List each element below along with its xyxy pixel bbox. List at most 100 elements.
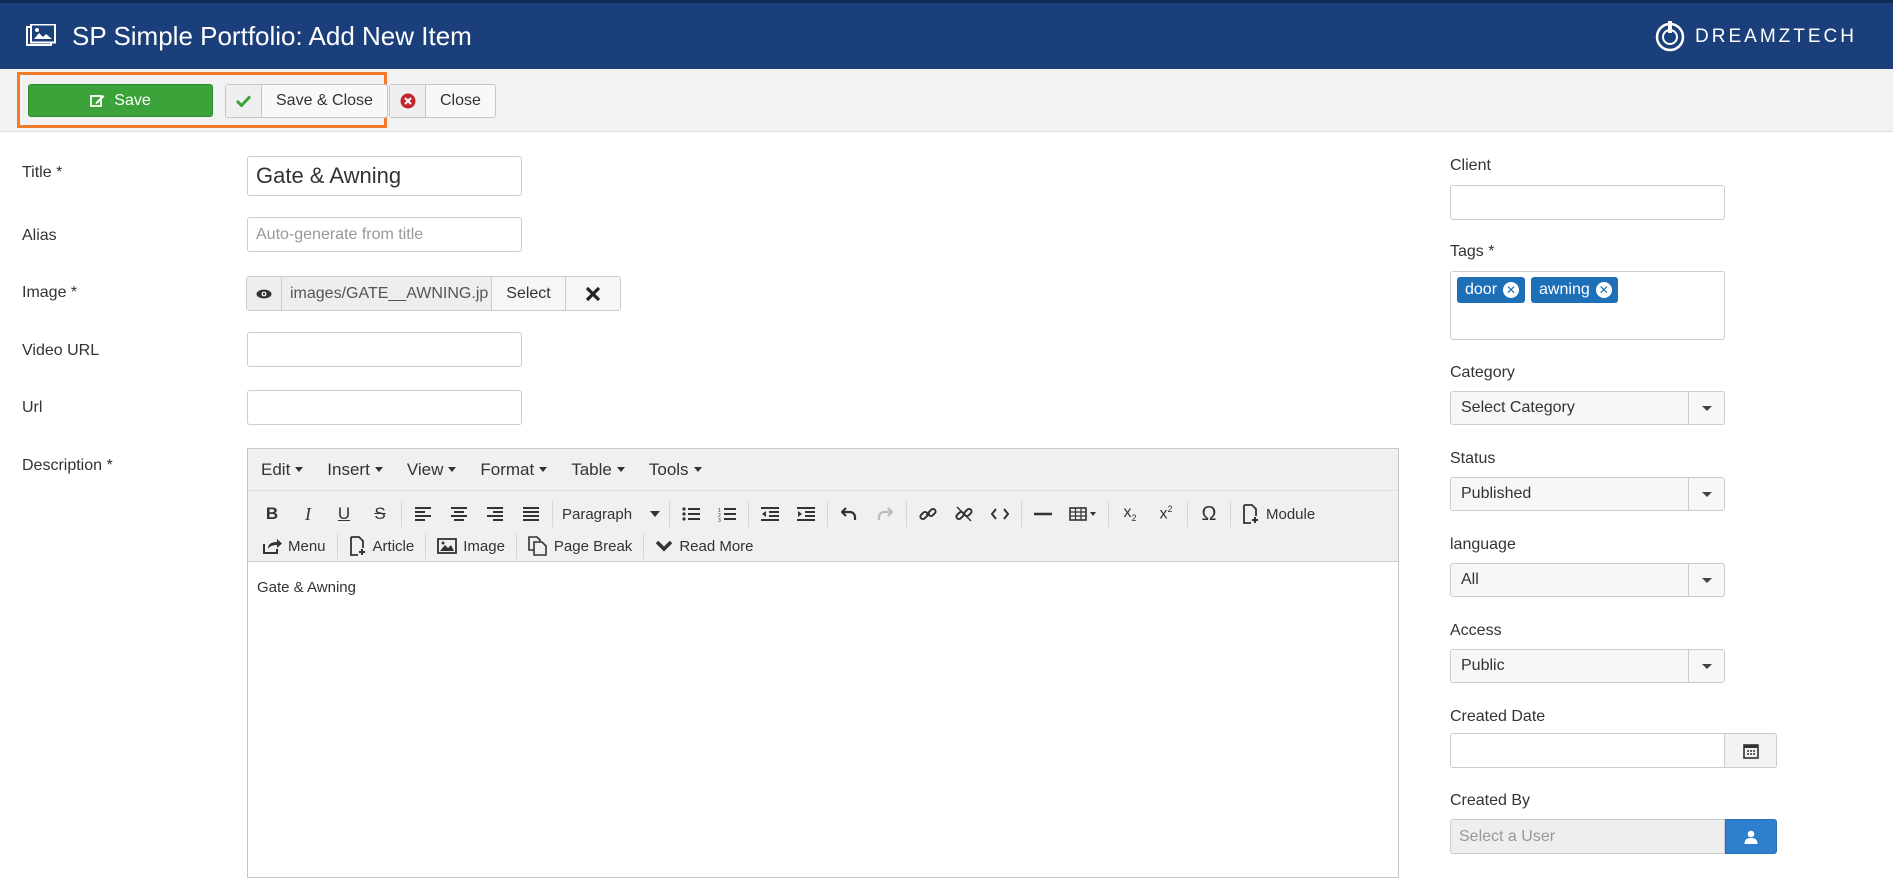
image-select-button[interactable]: Select [492, 277, 566, 310]
align-center-icon[interactable] [445, 500, 473, 528]
save-and-close-button[interactable]: Save & Close [225, 84, 388, 118]
status-label: Status [1450, 450, 1496, 467]
picture-icon [437, 538, 458, 554]
align-justify-icon[interactable] [517, 500, 545, 528]
alias-label: Alias [22, 227, 57, 244]
link-icon[interactable] [914, 500, 942, 528]
calendar-icon[interactable] [1725, 733, 1777, 768]
video-url-label: Video URL [22, 342, 100, 359]
align-left-icon[interactable] [409, 500, 437, 528]
page-title: SP Simple Portfolio: Add New Item [72, 21, 472, 51]
special-character-icon[interactable]: Ω [1195, 500, 1223, 528]
bullet-list-icon[interactable] [677, 500, 705, 528]
title-label: Title * [22, 164, 63, 181]
client-label: Client [1450, 157, 1491, 174]
file-add-icon [1243, 504, 1258, 524]
numbered-list-icon[interactable]: 123 [713, 500, 741, 528]
language-select[interactable]: All [1450, 563, 1725, 597]
menu-tools[interactable]: Tools [649, 460, 702, 480]
client-input[interactable] [1450, 185, 1725, 220]
created-by-input[interactable]: Select a User [1450, 819, 1725, 854]
created-by-label: Created By [1450, 792, 1531, 809]
edit-icon [90, 95, 105, 107]
language-label: language [1450, 536, 1516, 553]
alias-input[interactable]: Auto-generate from title [247, 217, 522, 252]
status-select[interactable]: Published [1450, 477, 1725, 511]
format-select[interactable]: Paragraph [556, 506, 666, 523]
align-right-icon[interactable] [481, 500, 509, 528]
copy-icon [528, 536, 547, 556]
image-path-input[interactable]: images/GATE__AWNING.jp [282, 277, 492, 310]
user-icon[interactable] [1725, 819, 1777, 854]
chevron-down-icon [1688, 564, 1724, 596]
menu-edit[interactable]: Edit [261, 460, 304, 480]
undo-icon[interactable] [835, 500, 863, 528]
description-label: Description * [22, 457, 113, 474]
tags-input[interactable]: door ✕ awning ✕ [1450, 271, 1725, 340]
description-editor: Edit Insert View Format Table Tools B I … [247, 448, 1399, 878]
created-date-field [1450, 733, 1777, 768]
menu-insert[interactable]: Insert [327, 460, 383, 480]
category-select[interactable]: Select Category [1450, 391, 1725, 425]
file-add-icon [349, 536, 365, 556]
italic-icon[interactable]: I [294, 500, 322, 528]
image-field: images/GATE__AWNING.jp Select [246, 276, 621, 311]
svg-text:3: 3 [718, 518, 721, 522]
outdent-icon[interactable] [756, 500, 784, 528]
close-button[interactable]: Close [389, 84, 496, 118]
superscript-icon[interactable]: x2 [1152, 500, 1180, 528]
remove-tag-icon[interactable]: ✕ [1595, 282, 1612, 298]
image-button[interactable]: Image [433, 532, 509, 560]
created-by-field: Select a User [1450, 819, 1777, 854]
image-icon [26, 24, 56, 46]
tags-label: Tags * [1450, 243, 1495, 260]
image-label: Image * [22, 284, 78, 301]
category-label: Category [1450, 364, 1515, 381]
eye-icon[interactable] [247, 277, 282, 310]
code-icon[interactable] [986, 500, 1014, 528]
strikethrough-icon[interactable]: S [366, 500, 394, 528]
chevron-down-icon [656, 540, 673, 552]
article-button[interactable]: Article [345, 532, 419, 560]
horizontal-rule-icon[interactable] [1029, 500, 1057, 528]
table-icon[interactable] [1065, 500, 1101, 528]
save-button-label: Save [114, 91, 151, 109]
brand-name: DREAMZTECH [1695, 26, 1857, 47]
page-break-button[interactable]: Page Break [524, 532, 636, 560]
access-select[interactable]: Public [1450, 649, 1725, 683]
save-and-close-label: Save & Close [276, 92, 373, 109]
menu-format[interactable]: Format [480, 460, 548, 480]
brand-logo: DREAMZTECH [1653, 20, 1857, 54]
editor-content[interactable]: Gate & Awning [248, 562, 1398, 613]
save-button[interactable]: Save [28, 84, 213, 117]
chevron-down-icon [1688, 478, 1724, 510]
menu-table[interactable]: Table [571, 460, 625, 480]
read-more-button[interactable]: Read More [651, 532, 757, 560]
clear-image-button[interactable] [566, 277, 620, 310]
redo-icon[interactable] [871, 500, 899, 528]
created-date-label: Created Date [1450, 708, 1546, 725]
close-circle-icon [390, 85, 426, 117]
indent-icon[interactable] [792, 500, 820, 528]
created-date-input[interactable] [1450, 733, 1725, 768]
share-icon [263, 539, 282, 554]
subscript-icon[interactable]: x2 [1116, 500, 1144, 528]
unlink-icon[interactable] [950, 500, 978, 528]
url-input[interactable] [247, 390, 522, 425]
menu-button[interactable]: Menu [258, 532, 330, 560]
access-label: Access [1450, 622, 1502, 639]
menu-view[interactable]: View [407, 460, 457, 480]
url-label: Url [22, 399, 43, 416]
chevron-down-icon [1688, 392, 1724, 424]
tag-chip: awning ✕ [1531, 277, 1618, 303]
close-label: Close [440, 92, 481, 109]
video-url-input[interactable] [247, 332, 522, 367]
checkmark-icon [226, 85, 262, 117]
module-button[interactable]: Module [1238, 500, 1319, 528]
title-input[interactable]: Gate & Awning [247, 156, 522, 196]
remove-tag-icon[interactable]: ✕ [1503, 282, 1520, 298]
bold-icon[interactable]: B [258, 500, 286, 528]
app-header: SP Simple Portfolio: Add New Item DREAMZ… [0, 0, 1893, 69]
close-icon [585, 286, 601, 301]
underline-icon[interactable]: U [330, 500, 358, 528]
